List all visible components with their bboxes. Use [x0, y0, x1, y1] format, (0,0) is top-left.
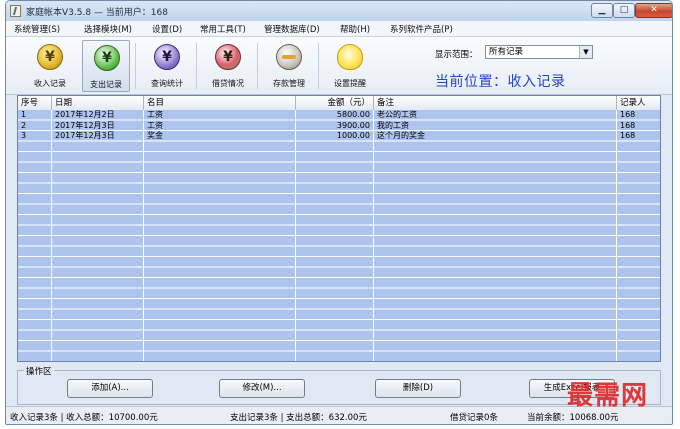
column-divider: [616, 110, 617, 361]
column-header-amount[interactable]: 金额（元）: [296, 96, 374, 110]
cell-note: 老公的工资: [377, 110, 417, 119]
cell-recorder: 168: [620, 131, 636, 140]
column-divider: [295, 110, 296, 361]
table-header: 序号 日期 名目 金额（元） 备注 记录人: [18, 96, 660, 111]
menu-settings[interactable]: 设置(D): [152, 23, 182, 35]
minimize-button[interactable]: ▁: [591, 3, 613, 18]
display-range-label: 显示范围：: [435, 50, 478, 60]
menu-database[interactable]: 管理数据库(D): [264, 23, 320, 35]
display-range-value: 所有记录: [489, 47, 524, 57]
cell-date: 2017年12月3日: [55, 120, 115, 130]
cell-amount: 5800.00: [336, 110, 370, 119]
table-row[interactable]: 1 2017年12月2日 工资 5800.00 老公的工资 168: [18, 110, 660, 120]
loan-coin-icon: ¥: [215, 44, 241, 70]
chevron-down-icon[interactable]: ▼: [579, 46, 592, 58]
edit-button[interactable]: 修改(M)...: [219, 379, 305, 398]
loan-status-button[interactable]: ¥ 借贷情况: [204, 40, 252, 92]
deposit-icon: [276, 44, 302, 70]
status-expense: 支出记录3条 | 支出总额：632.00元: [230, 413, 367, 423]
query-stats-label: 查询统计: [151, 79, 183, 88]
expense-records-label: 支出记录: [90, 80, 122, 89]
column-divider: [51, 110, 52, 361]
cell-item: 工资: [147, 110, 163, 119]
query-stats-button[interactable]: ¥ 查询统计: [143, 40, 191, 92]
records-table: 序号 日期 名目 金额（元） 备注 记录人 1 2017年12月2日 工资 58…: [17, 95, 661, 362]
status-balance: 当前余额：10068.00元: [527, 413, 619, 423]
cell-recorder: 168: [620, 110, 636, 119]
close-button[interactable]: ✕: [635, 3, 672, 18]
cell-date: 2017年12月2日: [55, 110, 115, 119]
cell-note: 我的工资: [377, 120, 409, 130]
cell-note: 这个月的奖金: [377, 131, 425, 140]
menu-products[interactable]: 系列软件产品(P): [390, 23, 453, 35]
column-divider: [143, 110, 144, 361]
deposit-manage-button[interactable]: 存款管理: [265, 40, 313, 92]
menu-tools[interactable]: 常用工具(T): [200, 23, 246, 35]
column-divider: [373, 110, 374, 361]
add-button[interactable]: 添加(A)...: [67, 379, 153, 398]
status-income: 收入记录3条 | 收入总额：10700.00元: [10, 413, 158, 423]
menu-help[interactable]: 帮助(H): [340, 23, 370, 35]
app-icon: [10, 5, 21, 17]
site-watermark: 最需网: [567, 381, 649, 411]
current-position: 当前位置：收入记录: [435, 74, 566, 90]
column-header-note[interactable]: 备注: [374, 96, 617, 110]
window-title: 家庭帐本V3.5.8 — 当前用户：168: [26, 8, 168, 18]
column-header-item[interactable]: 名目: [144, 96, 296, 110]
income-records-button[interactable]: ¥ 收入记录: [26, 40, 74, 92]
column-header-date[interactable]: 日期: [52, 96, 144, 110]
cell-recorder: 168: [620, 120, 636, 130]
toolbar-separator: [318, 43, 319, 89]
cell-amount: 3900.00: [336, 120, 370, 130]
stats-coin-icon: ¥: [154, 44, 180, 70]
title-bar: 家庭帐本V3.5.8 — 当前用户：168 ▁ □ ✕: [6, 1, 672, 21]
column-header-index[interactable]: 序号: [18, 96, 52, 110]
cell-index: 3: [21, 131, 27, 140]
lightbulb-icon: [337, 44, 363, 70]
set-reminder-button[interactable]: 设置提醒: [326, 40, 374, 92]
column-header-recorder[interactable]: 记录人: [617, 96, 660, 110]
menu-bar: 系统管理(S) 选择模块(M) 设置(D) 常用工具(T) 管理数据库(D) 帮…: [6, 21, 672, 37]
set-reminder-label: 设置提醒: [334, 79, 366, 88]
cell-amount: 1000.00: [336, 131, 370, 140]
operations-title: 操作区: [24, 365, 54, 377]
table-row[interactable]: 2 2017年12月3日 工资 3900.00 我的工资 168: [18, 121, 660, 131]
cell-index: 1: [21, 110, 27, 119]
menu-system[interactable]: 系统管理(S): [14, 23, 60, 35]
loan-status-label: 借贷情况: [212, 79, 244, 88]
cell-date: 2017年12月3日: [55, 131, 115, 140]
cell-item: 工资: [147, 120, 163, 130]
status-loan: 借贷记录0条: [450, 413, 498, 423]
toolbar-separator: [257, 43, 258, 89]
delete-button[interactable]: 删除(D): [375, 379, 461, 398]
table-row[interactable]: 3 2017年12月3日 奖金 1000.00 这个月的奖金 168: [18, 131, 660, 141]
table-body: 1 2017年12月2日 工资 5800.00 老公的工资 168 2 2017…: [18, 110, 660, 361]
toolbar-separator: [135, 43, 136, 89]
deposit-manage-label: 存款管理: [273, 79, 305, 88]
toolbar-separator: [196, 43, 197, 89]
expense-records-button[interactable]: ¥ 支出记录: [82, 40, 130, 92]
income-coin-icon: ¥: [37, 44, 63, 70]
display-range-select[interactable]: 所有记录 ▼: [485, 45, 593, 59]
menu-module[interactable]: 选择模块(M): [84, 23, 132, 35]
income-records-label: 收入记录: [34, 79, 66, 88]
maximize-button[interactable]: □: [613, 3, 635, 18]
cell-index: 2: [21, 120, 27, 130]
cell-item: 奖金: [147, 131, 163, 140]
app-window: 家庭帐本V3.5.8 — 当前用户：168 ▁ □ ✕ 系统管理(S) 选择模块…: [5, 0, 673, 425]
expense-coin-icon: ¥: [94, 45, 120, 71]
operations-area: 操作区 添加(A)... 修改(M)... 删除(D) 生成Excel报表: [17, 365, 661, 405]
